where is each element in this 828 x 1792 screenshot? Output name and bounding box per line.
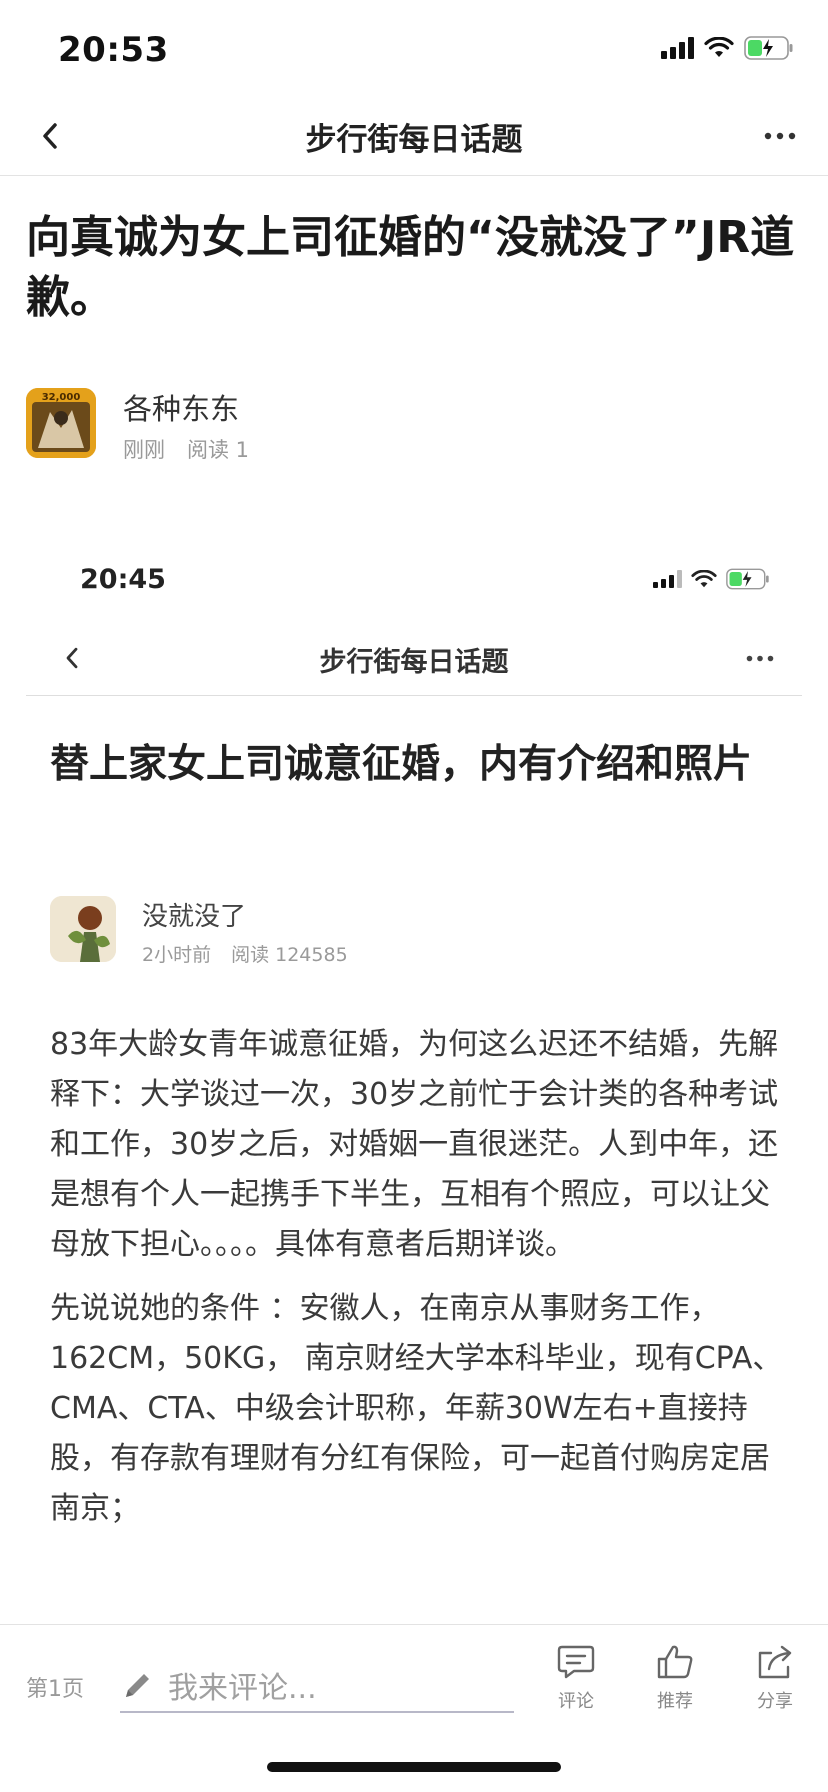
share-button[interactable]: 分享 (740, 1643, 810, 1733)
svg-text:32,000: 32,000 (42, 392, 81, 403)
share-icon (758, 1645, 792, 1679)
cellular-signal-icon (661, 37, 694, 59)
recommend-label: 推荐 (657, 1691, 693, 1712)
embedded-author-avatar (50, 896, 116, 962)
author-name[interactable]: 各种东东 (123, 386, 239, 428)
embedded-nav-title: 步行街每日话题 (319, 647, 509, 678)
pencil-icon (120, 1667, 156, 1703)
read-count: 阅读 1 (187, 438, 250, 462)
embedded-nav-bar: 步行街每日话题 (26, 624, 802, 696)
embedded-status-icons (653, 568, 770, 590)
comment-button[interactable]: 评论 (541, 1643, 611, 1733)
embedded-screenshot: 20:45 步行街每日话题 替上家女上司诚意征婚，内有介绍和照片 没就没了 2小… (0, 520, 828, 1620)
comment-icon (557, 1645, 595, 1679)
embedded-avatar-image (50, 896, 116, 962)
comment-input[interactable]: 我来评论... (120, 1659, 514, 1713)
status-bar: 20:53 (0, 0, 828, 96)
embedded-status-time: 20:45 (80, 564, 166, 595)
comment-placeholder: 我来评论... (168, 1671, 317, 1706)
home-indicator[interactable] (267, 1762, 561, 1772)
embedded-post-time: 2小时前 (142, 944, 212, 966)
thumbs-up-icon (657, 1645, 693, 1679)
article-title: 向真诚为女上司征婚的“没就没了”JR道歉。 (26, 212, 795, 323)
embedded-more-button (742, 642, 778, 674)
body-paragraph: 先说说她的条件 ：安徽人，在南京从事财务工作，162CM，50KG， 南京财经大… (50, 1291, 783, 1526)
recommend-button[interactable]: 推荐 (640, 1643, 710, 1733)
more-dots-icon (764, 132, 796, 140)
page-indicator[interactable]: 第1页 (26, 1671, 84, 1703)
embedded-author-meta: 2小时前 阅读 124585 (142, 940, 368, 967)
status-time: 20:53 (58, 30, 169, 70)
embedded-article-body: 83年大龄女青年诚意征婚，为何这么迟还不结婚，先解释下：大学谈过一次，30岁之前… (50, 1020, 790, 1548)
avatar-image: 32,000 (26, 388, 96, 458)
embedded-read-count: 阅读 124585 (231, 944, 348, 966)
author-meta: 刚刚 阅读 1 (123, 434, 271, 464)
embedded-wifi-icon (691, 569, 717, 587)
embedded-more-dots-icon (746, 655, 774, 661)
nav-title: 步行街每日话题 (305, 122, 523, 158)
wifi-icon (704, 37, 734, 57)
share-label: 分享 (757, 1691, 793, 1712)
battery-charging-icon (744, 36, 793, 60)
more-button[interactable] (758, 116, 802, 156)
embedded-battery-icon (726, 568, 769, 590)
body-paragraph: 83年大龄女青年诚意征婚，为何这么迟还不结婚，先解释下：大学谈过一次，30岁之前… (50, 1027, 779, 1262)
comment-label: 评论 (558, 1691, 594, 1712)
status-icons (661, 36, 794, 60)
embedded-article-title: 替上家女上司诚意征婚，内有介绍和照片 (50, 742, 753, 787)
nav-bar: 步行街每日话题 (0, 96, 828, 176)
bottom-toolbar: 第1页 我来评论... 评论 推荐 分享 (0, 1624, 828, 1754)
embedded-signal-icon (653, 570, 682, 588)
embedded-author-name: 没就没了 (142, 902, 247, 932)
post-time: 刚刚 (123, 438, 165, 462)
author-avatar[interactable]: 32,000 (26, 388, 96, 458)
